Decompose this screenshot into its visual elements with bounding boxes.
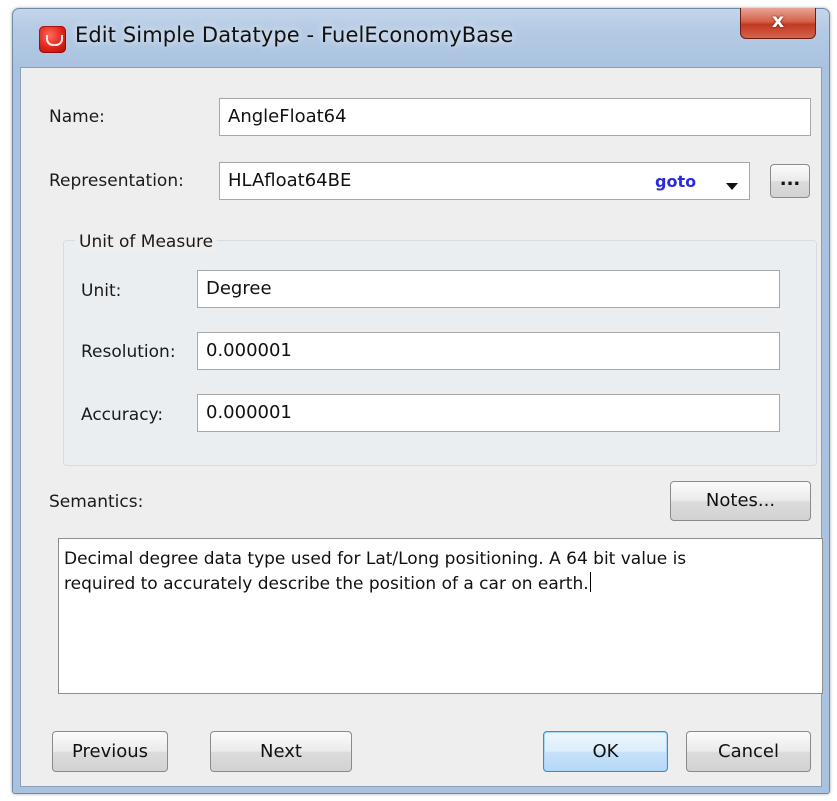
dialog-body: Name: AngleFloat64 Representation: HLAfl… — [20, 67, 823, 787]
text-caret — [589, 572, 591, 592]
next-button[interactable]: Next — [210, 731, 352, 772]
window-title: Edit Simple Datatype - FuelEconomyBase — [75, 23, 514, 47]
name-input[interactable]: AngleFloat64 — [219, 98, 811, 136]
browse-button[interactable]: ... — [770, 164, 810, 198]
representation-label: Representation: — [49, 171, 184, 191]
close-icon: x — [771, 10, 785, 32]
previous-button[interactable]: Previous — [52, 731, 168, 772]
representation-value: HLAfloat64BE — [228, 170, 352, 191]
unit-label: Unit: — [81, 281, 122, 301]
unit-input[interactable]: Degree — [197, 270, 780, 308]
accuracy-input[interactable]: 0.000001 — [197, 394, 780, 432]
close-button[interactable]: x — [740, 8, 816, 39]
resolution-label: Resolution: — [81, 342, 176, 362]
resolution-input[interactable]: 0.000001 — [197, 332, 780, 370]
semantics-text: Decimal degree data type used for Lat/Lo… — [64, 549, 687, 594]
cancel-button[interactable]: Cancel — [686, 731, 811, 772]
app-logo-icon — [39, 26, 66, 53]
notes-button[interactable]: Notes... — [670, 481, 811, 521]
chevron-down-icon[interactable] — [726, 183, 738, 190]
title-bar[interactable]: Edit Simple Datatype - FuelEconomyBase x — [13, 8, 829, 67]
dialog-window: Edit Simple Datatype - FuelEconomyBase x… — [12, 8, 830, 794]
semantics-textarea[interactable]: Decimal degree data type used for Lat/Lo… — [58, 538, 823, 694]
accuracy-label: Accuracy: — [81, 405, 164, 425]
semantics-label: Semantics: — [49, 492, 144, 512]
unit-of-measure-title: Unit of Measure — [75, 232, 218, 252]
goto-link[interactable]: goto — [655, 172, 696, 191]
name-label: Name: — [49, 107, 105, 127]
ok-button[interactable]: OK — [543, 731, 668, 772]
